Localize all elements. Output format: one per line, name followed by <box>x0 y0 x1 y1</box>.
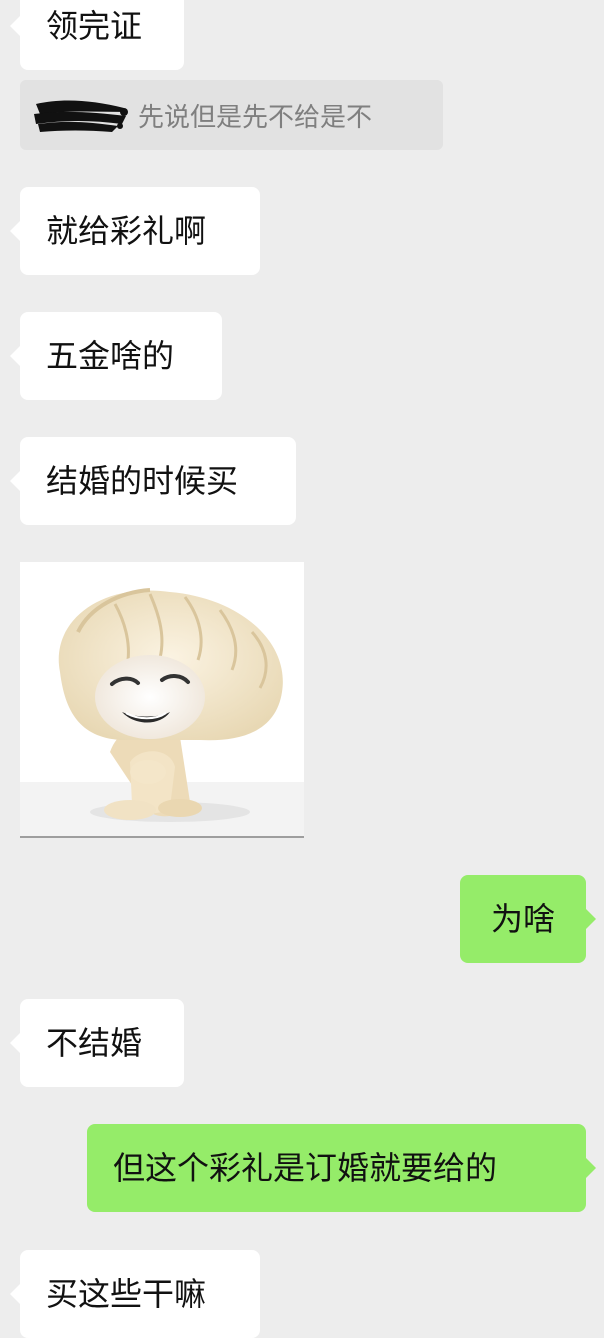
message-text: 买这些干嘛 <box>46 1275 207 1313</box>
message-bubble-outgoing[interactable]: 为啥 <box>460 875 596 963</box>
message-bubble-outgoing[interactable]: 但这个彩礼是订婚就要给的 <box>87 1124 596 1212</box>
message-bubble-incoming[interactable]: 就给彩礼啊 <box>10 187 260 275</box>
redacted-name-scribble <box>34 100 128 132</box>
message-text: 领完证 <box>46 7 143 45</box>
dumpling-sticker[interactable] <box>20 562 304 838</box>
message-text: 不结婚 <box>46 1024 143 1062</box>
message-text: 结婚的时候买 <box>46 462 239 500</box>
message-bubble-incoming[interactable]: 买这些干嘛 <box>10 1250 260 1338</box>
message-bubble-incoming[interactable]: 结婚的时候买 <box>10 437 296 525</box>
message-text: 但这个彩礼是订婚就要给的 <box>113 1149 498 1187</box>
message-text: 就给彩礼啊 <box>46 212 207 250</box>
quoted-reply[interactable]: 先说但是先不给是不 <box>20 80 443 150</box>
quoted-text: 先说但是先不给是不 <box>138 102 373 133</box>
dumpling-character-illustration <box>20 562 304 836</box>
chat-area: 领完证 先说但是先不给是不 就给彩礼啊 五金啥的 结婚的时候买 为啥 不结婚 但… <box>0 0 604 1338</box>
message-bubble-incoming[interactable]: 不结婚 <box>10 999 184 1087</box>
message-text: 五金啥的 <box>46 337 175 375</box>
message-text: 为啥 <box>490 900 555 938</box>
message-bubble-incoming[interactable]: 五金啥的 <box>10 312 222 400</box>
message-bubble-incoming[interactable]: 领完证 <box>10 0 184 70</box>
